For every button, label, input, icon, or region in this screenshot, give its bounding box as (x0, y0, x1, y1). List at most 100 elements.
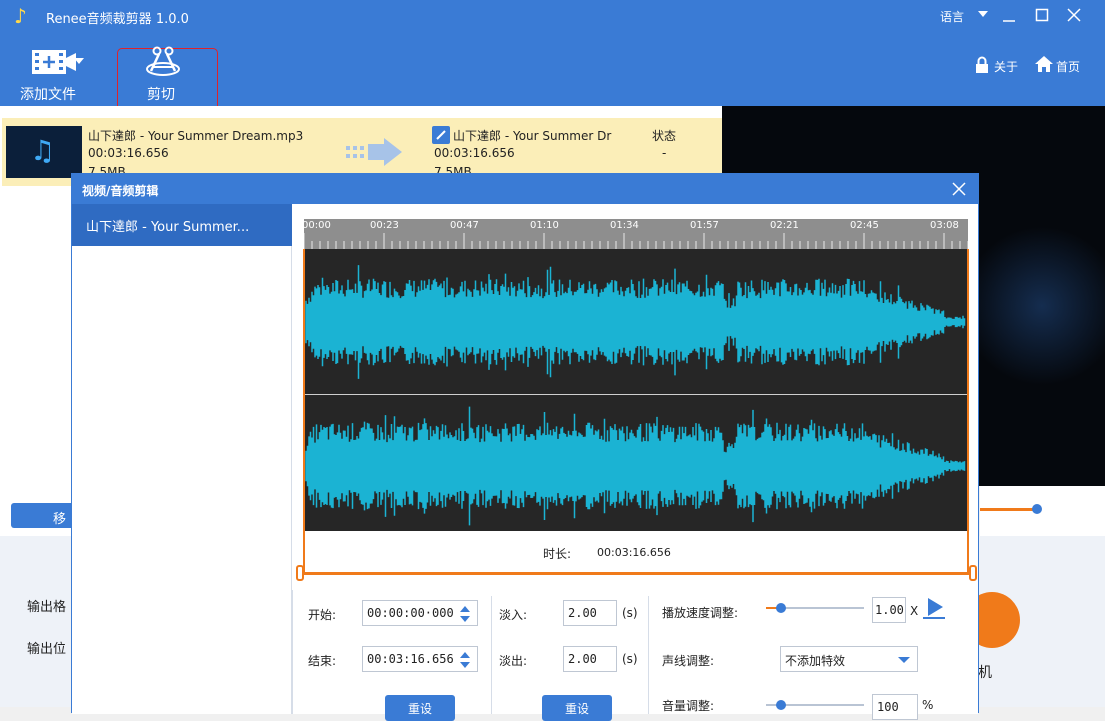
voice-label: 声线调整: (662, 654, 715, 668)
preview-glow (962, 226, 1105, 386)
trim-end-handle[interactable] (969, 565, 977, 581)
time-ruler: 00:00 00:23 00:47 01:10 01:34 01:57 02:2… (302, 219, 968, 249)
volume-value: 100 (877, 700, 899, 714)
add-file-button[interactable]: 添加文件 (14, 44, 94, 103)
voice-select[interactable]: 不添加特效 (780, 646, 918, 672)
fade-out-input[interactable]: 2.00 (563, 646, 617, 672)
dialog-title: 视频/音频剪辑 (82, 184, 159, 198)
preview-slider-track (980, 508, 1036, 511)
ruler-tick: 00:00 (302, 220, 331, 231)
preview-slider-knob[interactable] (1032, 504, 1042, 514)
status-header: 状态 (652, 129, 677, 143)
file-thumbnail: ♫ (6, 126, 82, 178)
output-location-label: 输出位 (27, 642, 67, 657)
end-time-value: 00:03:16.656 (367, 652, 454, 666)
lock-icon (974, 56, 990, 77)
source-duration: 00:03:16.656 (88, 146, 169, 160)
volume-unit: % (922, 698, 934, 712)
scissors-icon (143, 45, 183, 82)
volume-slider-knob[interactable] (776, 700, 786, 710)
source-file-name: 山下達郎 - Your Summer Dream.mp3 (88, 129, 304, 143)
ruler-tick: 02:45 (850, 220, 879, 231)
close-icon[interactable] (1067, 8, 1081, 25)
selection-bottom-line (303, 572, 969, 575)
ruler-tick: 02:21 (770, 220, 799, 231)
fade-in-unit: (s) (622, 606, 638, 620)
minimize-icon[interactable] (1002, 10, 1016, 27)
ruler-tick: 00:23 (370, 220, 399, 231)
fade-in-input[interactable]: 2.00 (563, 600, 617, 626)
volume-input[interactable]: 100 (872, 694, 918, 720)
start-time-value: 00:00:00·000 (367, 606, 454, 620)
controls-divider-1 (292, 590, 293, 714)
arrow-right-icon (344, 136, 404, 171)
maximize-icon[interactable] (1035, 8, 1049, 25)
end-time-label: 结束: (308, 654, 337, 668)
end-stepper-icon[interactable] (458, 650, 472, 673)
channel-divider (304, 394, 968, 395)
fade-in-label: 淡入: (499, 608, 528, 622)
fade-out-value: 2.00 (568, 652, 597, 666)
speed-label: 播放速度调整: (662, 606, 739, 620)
ruler-tick: 00:47 (450, 220, 479, 231)
add-file-label: 添加文件 (20, 87, 76, 103)
controls-divider-3 (648, 596, 649, 714)
speed-slider-knob[interactable] (776, 603, 786, 613)
ruler-tick: 03:08 (930, 220, 959, 231)
selection-right-line (967, 249, 969, 574)
dropdown-icon[interactable] (976, 8, 990, 20)
home-link[interactable]: 首页 (1056, 58, 1080, 75)
speed-value: 1.00 (875, 603, 904, 617)
cut-label: 剪切 (147, 87, 175, 103)
dialog-editor: 00:00 00:23 00:47 01:10 01:34 01:57 02:2… (292, 204, 978, 721)
dialog-file-item[interactable]: 山下達郎 - Your Summer... (72, 204, 292, 246)
film-add-icon (30, 46, 86, 79)
duration-value: 00:03:16.656 (597, 546, 671, 559)
home-icon (1034, 55, 1054, 76)
dialog-file-list: 山下達郎 - Your Summer... (72, 204, 292, 714)
language-menu[interactable]: 语言 (940, 8, 964, 25)
ruler-tick: 01:34 (610, 220, 639, 231)
edit-icon[interactable] (432, 126, 450, 144)
audio-edit-dialog: 视频/音频剪辑 山下達郎 - Your Summer... 00:00 00:2… (71, 173, 979, 721)
duration-label: 时长: (543, 547, 572, 561)
start-stepper-icon[interactable] (458, 604, 472, 627)
output-file-name: 山下達郎 - Your Summer Dr (453, 129, 612, 143)
title-bar: ♪ Renee音频裁剪器 1.0.0 语言 (0, 0, 1105, 34)
fade-in-value: 2.00 (568, 606, 597, 620)
toolbar: 添加文件 剪切 关于 首页 (0, 34, 1105, 114)
output-duration: 00:03:16.656 (434, 146, 515, 160)
trim-start-handle[interactable] (296, 565, 304, 581)
speed-unit: X (910, 604, 919, 618)
ruler-tick: 01:57 (690, 220, 719, 231)
fade-out-unit: (s) (622, 652, 638, 666)
app-note-icon: ♪ (14, 4, 27, 28)
start-label: 机 (978, 665, 992, 681)
volume-label: 音量调整: (662, 699, 715, 713)
cut-button[interactable]: 剪切 (117, 45, 218, 114)
waveform-graphic (305, 265, 966, 526)
dialog-close-icon[interactable] (952, 182, 966, 199)
ruler-tick: 01:10 (530, 220, 559, 231)
fade-out-label: 淡出: (499, 654, 528, 668)
preview-slider[interactable] (980, 486, 1105, 536)
start-time-label: 开始: (308, 608, 337, 622)
output-format-label: 输出格 (27, 600, 67, 615)
chevron-down-icon[interactable] (897, 654, 911, 668)
app-title: Renee音频裁剪器 1.0.0 (46, 12, 189, 27)
about-link[interactable]: 关于 (994, 58, 1018, 75)
end-time-input[interactable]: 00:03:16.656 (362, 646, 478, 672)
status-value: - (662, 146, 667, 160)
voice-value: 不添加特效 (785, 654, 846, 668)
selection-left-line (303, 249, 305, 574)
move-button-label: 移 (53, 512, 67, 527)
controls-divider-2 (491, 596, 492, 714)
play-preview-icon[interactable] (921, 596, 947, 623)
music-note-icon: ♫ (30, 134, 56, 167)
waveform[interactable] (304, 249, 968, 531)
start-time-input[interactable]: 00:00:00·000 (362, 600, 478, 626)
dialog-title-bar: 视频/音频剪辑 (72, 174, 978, 204)
reset-fade-button[interactable]: 重设 (542, 695, 612, 721)
reset-time-button[interactable]: 重设 (385, 695, 455, 721)
speed-input[interactable]: 1.00 (872, 597, 906, 623)
